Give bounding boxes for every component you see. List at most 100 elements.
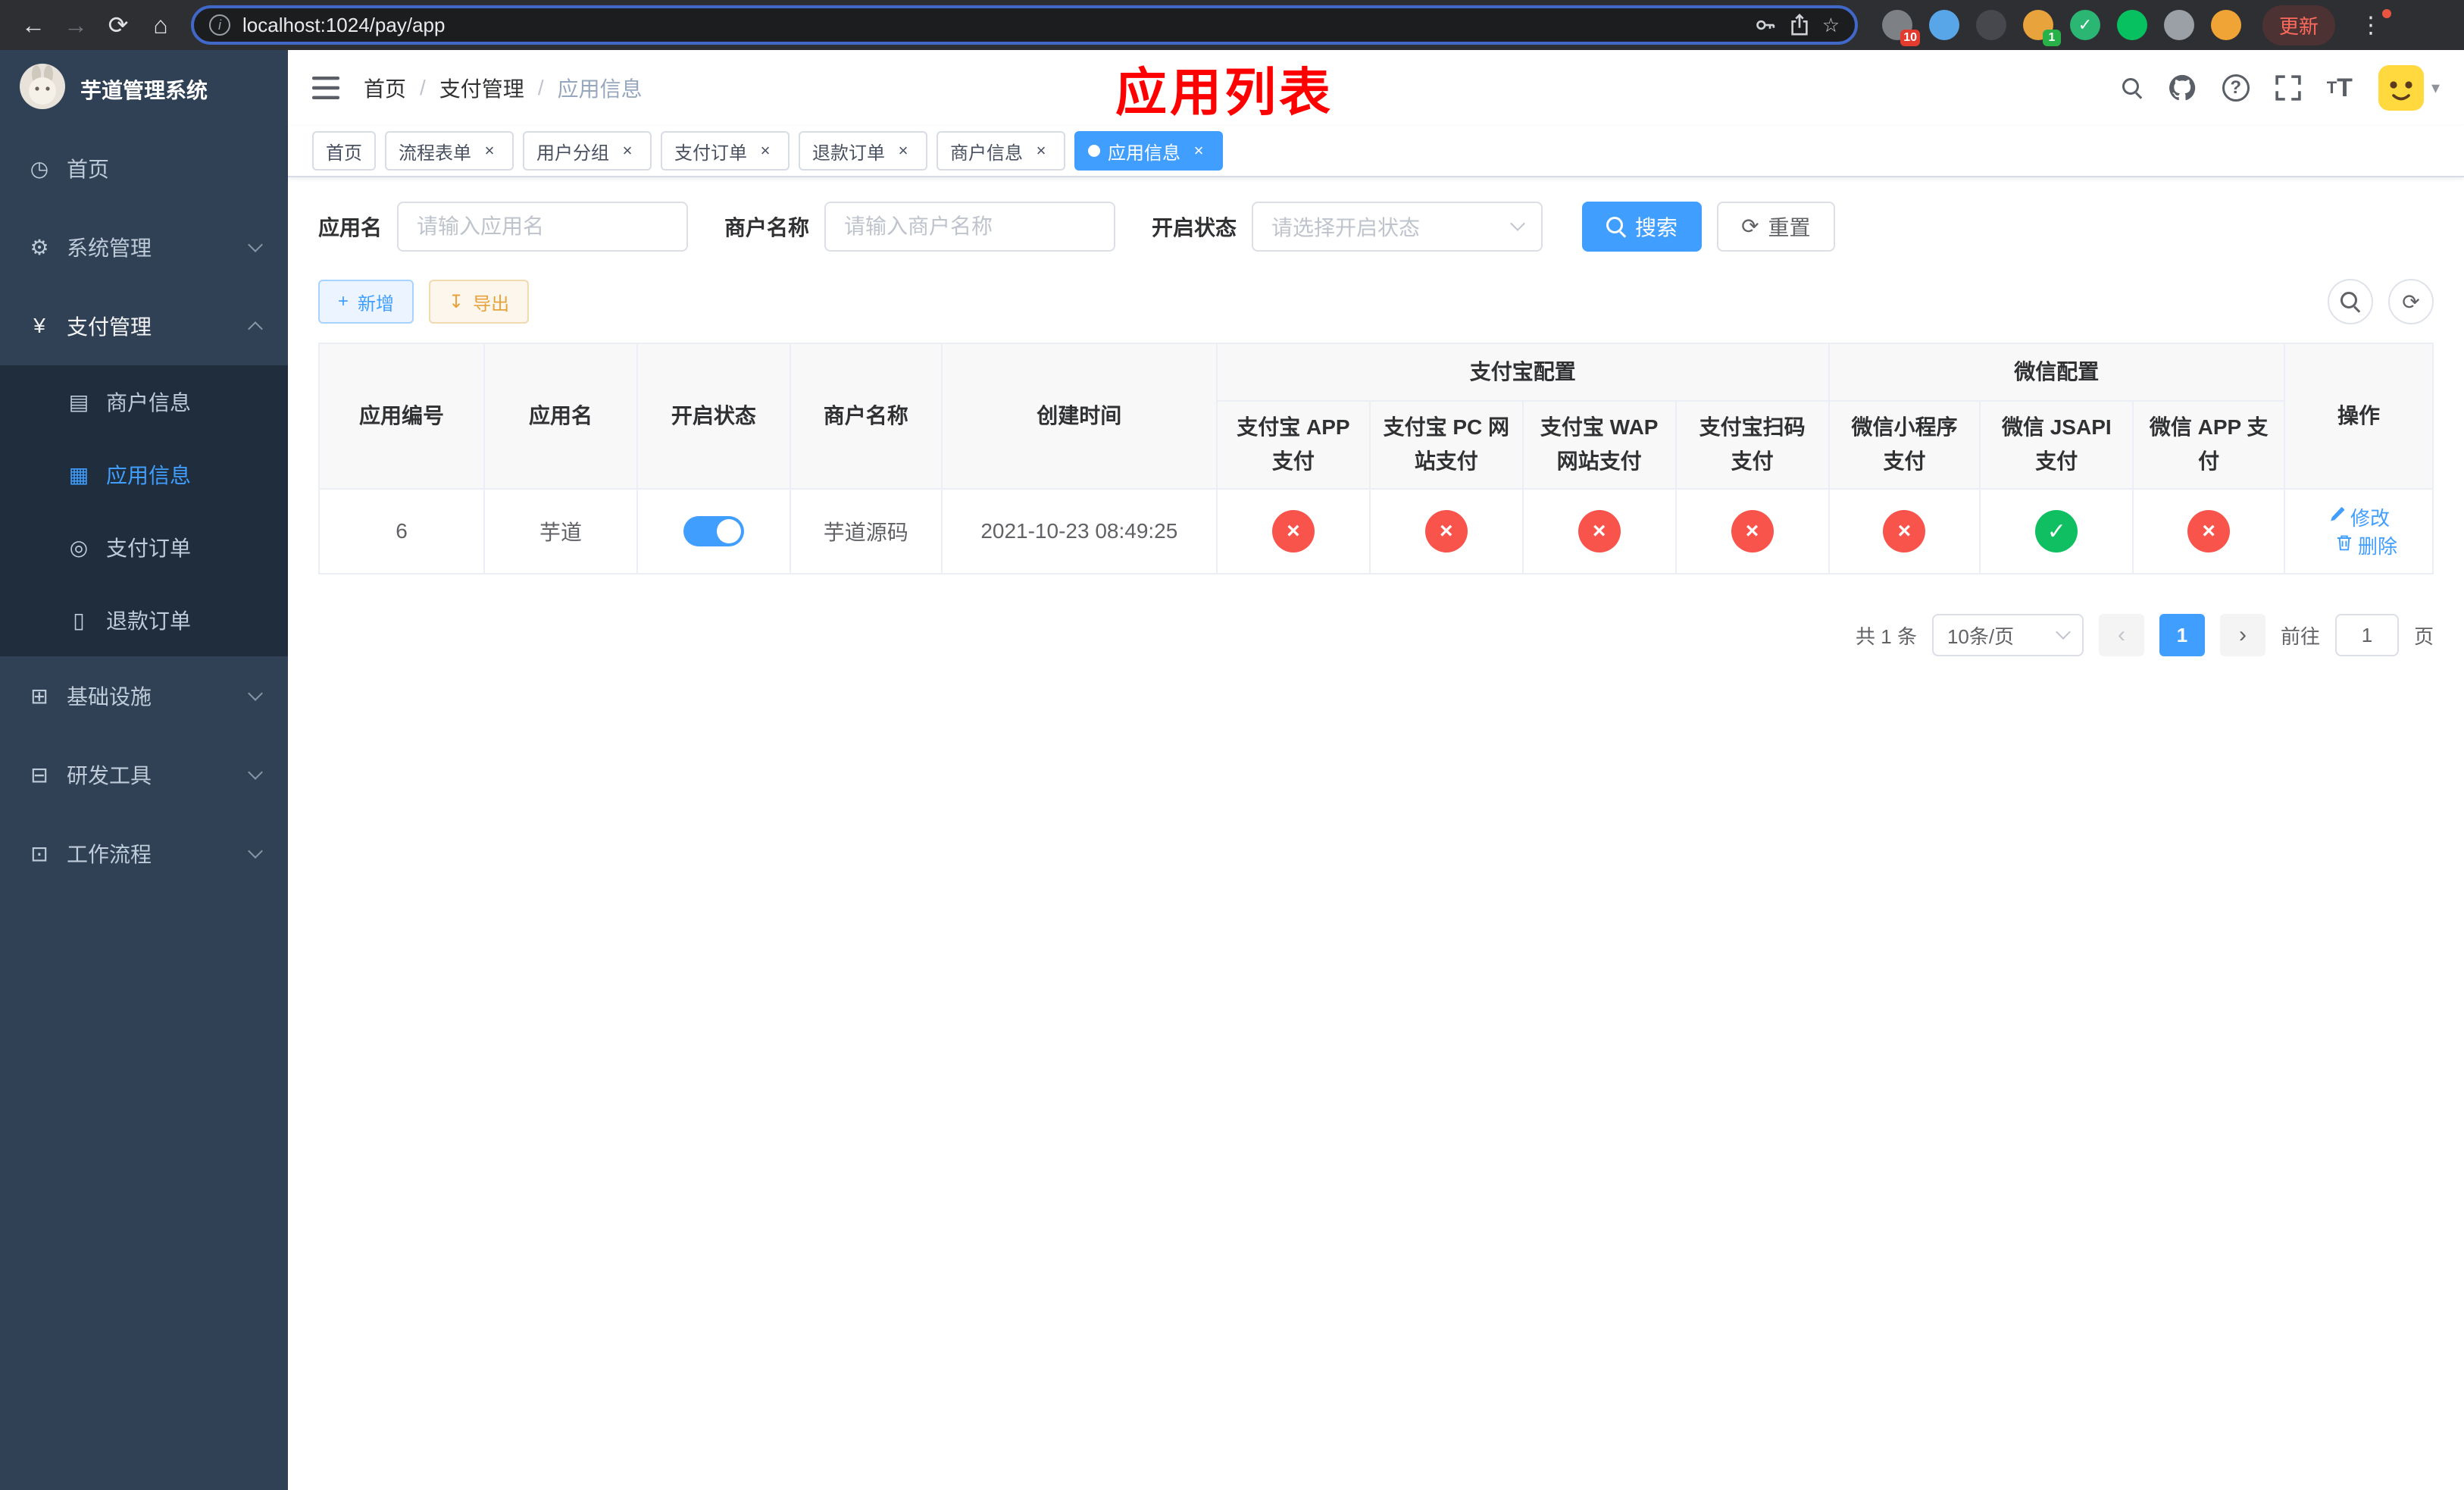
- bookmark-star-icon[interactable]: ☆: [1822, 14, 1840, 37]
- add-button[interactable]: + 新增: [318, 280, 414, 324]
- status-select[interactable]: 请选择开启状态: [1252, 202, 1543, 252]
- tab-process-form[interactable]: 流程表单 ×: [385, 131, 514, 171]
- breadcrumb-item[interactable]: 首页: [364, 73, 406, 103]
- fullscreen-icon[interactable]: [2275, 75, 2301, 101]
- create-time-cell: 2021-10-23 08:49:25: [940, 488, 1218, 574]
- tab-home[interactable]: 首页: [312, 131, 376, 171]
- hamburger-icon[interactable]: [312, 77, 339, 99]
- app-id-cell: 6: [317, 488, 486, 574]
- tab-label: 退款订单: [812, 142, 885, 164]
- toolbar: + 新增 ↧ 导出 ⟳: [318, 279, 2434, 324]
- reload-icon[interactable]: ⟳: [97, 4, 139, 46]
- tab-merchant-info[interactable]: 商户信息 ×: [937, 131, 1065, 171]
- font-size-icon[interactable]: TT: [2327, 74, 2353, 103]
- tab-refund-order[interactable]: 退款订单 ×: [799, 131, 927, 171]
- sidebar-item-label: 系统管理: [67, 236, 152, 260]
- sidebar-item-refund-order[interactable]: ▯ 退款订单: [0, 584, 288, 656]
- pagination: 共 1 条 10条/页 ‹ 1 › 前往 页: [318, 614, 2434, 656]
- alipay-pc-pay-cell: ×: [1368, 488, 1524, 574]
- close-icon[interactable]: ×: [1030, 140, 1052, 161]
- ext-puzzle-icon[interactable]: [2164, 10, 2194, 40]
- sidebar-item-devtools[interactable]: ⊟ 研发工具: [0, 735, 288, 814]
- search-icon[interactable]: [2122, 78, 2142, 98]
- sidebar-item-label: 应用信息: [106, 464, 192, 487]
- ext-chat-icon[interactable]: [2117, 10, 2147, 40]
- alipay-wap-pay-cell: ×: [1521, 488, 1677, 574]
- table-row: 6 芋道 芋道源码 2021-10-23 08:49:25 × × × × × ✓ × 修改 删除: [317, 488, 2434, 574]
- search-icon: [1606, 217, 1626, 236]
- back-icon[interactable]: ←: [12, 4, 55, 46]
- share-icon[interactable]: [1789, 14, 1810, 36]
- wechat-mini-pay-cell: ×: [1828, 488, 1981, 574]
- sidebar-item-app-info[interactable]: ▦ 应用信息: [0, 438, 288, 511]
- cross-circle-icon: ×: [1731, 510, 1774, 552]
- goto-label: 前往: [2280, 624, 2320, 648]
- search-button[interactable]: 搜索: [1582, 202, 1703, 252]
- forward-icon[interactable]: →: [55, 4, 97, 46]
- merchant-name-label: 商户名称: [724, 216, 810, 239]
- flow-icon: ⊡: [30, 841, 48, 866]
- tab-label: 首页: [326, 142, 362, 164]
- update-button[interactable]: 更新: [2262, 5, 2336, 45]
- reset-button[interactable]: ⟳ 重置: [1717, 202, 1835, 252]
- ext-leaf-icon[interactable]: 1: [2023, 10, 2061, 46]
- password-key-icon[interactable]: [1754, 14, 1777, 36]
- sidebar-item-pay-order[interactable]: ◎ 支付订单: [0, 511, 288, 584]
- sidebar-item-system[interactable]: ⚙ 系统管理: [0, 208, 288, 286]
- close-icon[interactable]: ×: [1188, 140, 1209, 161]
- close-icon[interactable]: ×: [755, 140, 776, 161]
- sidebar-item-merchant-info[interactable]: ▤ 商户信息: [0, 365, 288, 438]
- home-icon[interactable]: ⌂: [139, 4, 182, 46]
- ext-dark-icon[interactable]: [1976, 10, 2006, 40]
- merchant-name-cell: 芋道源码: [789, 488, 943, 574]
- tab-label: 应用信息: [1108, 142, 1180, 164]
- refresh-table-button[interactable]: ⟳: [2388, 279, 2434, 324]
- prev-page-button[interactable]: ‹: [2098, 614, 2144, 656]
- export-button[interactable]: ↧ 导出: [429, 280, 530, 324]
- top-navbar: 首页 / 支付管理 / 应用信息 应用列表 ? TT ▾: [288, 50, 2464, 126]
- extension-badge: 1: [2043, 30, 2061, 46]
- browser-menu-icon[interactable]: ⋮: [2350, 8, 2392, 39]
- plus-icon: +: [338, 291, 349, 311]
- edit-link[interactable]: 修改: [2328, 503, 2390, 531]
- page-size-select[interactable]: 10条/页: [1931, 614, 2084, 656]
- enabled-toggle[interactable]: [683, 516, 744, 546]
- tab-user-group[interactable]: 用户分组 ×: [523, 131, 652, 171]
- cross-circle-icon: ×: [2187, 510, 2231, 552]
- breadcrumb-separator: /: [537, 76, 544, 99]
- site-info-icon[interactable]: i: [209, 14, 230, 36]
- sidebar-item-infra[interactable]: ⊞ 基础设施: [0, 656, 288, 735]
- cross-circle-icon: ×: [1271, 510, 1315, 552]
- breadcrumb-separator: /: [420, 76, 426, 99]
- total-count: 共 1 条: [1856, 624, 1917, 648]
- ext-check-icon[interactable]: ✓: [2070, 10, 2100, 40]
- close-icon[interactable]: ×: [479, 140, 500, 161]
- breadcrumb-item[interactable]: 支付管理: [439, 73, 524, 103]
- user-avatar[interactable]: ▾: [2378, 65, 2440, 111]
- delete-link[interactable]: 删除: [2335, 531, 2397, 559]
- page-number-button[interactable]: 1: [2159, 614, 2205, 656]
- tab-pay-order[interactable]: 支付订单 ×: [661, 131, 790, 171]
- ext-face-icon[interactable]: [2211, 10, 2241, 40]
- help-icon[interactable]: ?: [2222, 74, 2250, 102]
- sidebar-item-workflow[interactable]: ⊡ 工作流程: [0, 814, 288, 893]
- sidebar-item-payment[interactable]: ¥ 支付管理: [0, 286, 288, 365]
- address-bar[interactable]: i localhost:1024/pay/app ☆: [191, 5, 1858, 45]
- sidebar-item-home[interactable]: ◷ 首页: [0, 129, 288, 208]
- toggle-search-button[interactable]: [2328, 279, 2373, 324]
- tags-view: 首页 流程表单 × 用户分组 × 支付订单 × 退款订单 × 商户信息 × 应用信息 ×: [288, 126, 2464, 177]
- goto-page-input[interactable]: [2334, 614, 2399, 656]
- tools-icon: ⊟: [30, 762, 48, 787]
- app-name-input[interactable]: [397, 202, 689, 252]
- status-label: 开启状态: [1152, 216, 1237, 239]
- close-icon[interactable]: ×: [893, 140, 914, 161]
- merchant-name-input[interactable]: [824, 202, 1116, 252]
- page-suffix: 页: [2413, 624, 2434, 648]
- close-icon[interactable]: ×: [617, 140, 638, 161]
- ext-drop-icon[interactable]: [1929, 10, 1959, 40]
- target-icon: ◎: [69, 535, 89, 559]
- ext-grid-icon[interactable]: 10: [1882, 10, 1920, 46]
- next-page-button[interactable]: ›: [2219, 614, 2265, 656]
- tab-app-info[interactable]: 应用信息 ×: [1074, 131, 1223, 171]
- github-icon[interactable]: [2168, 74, 2197, 102]
